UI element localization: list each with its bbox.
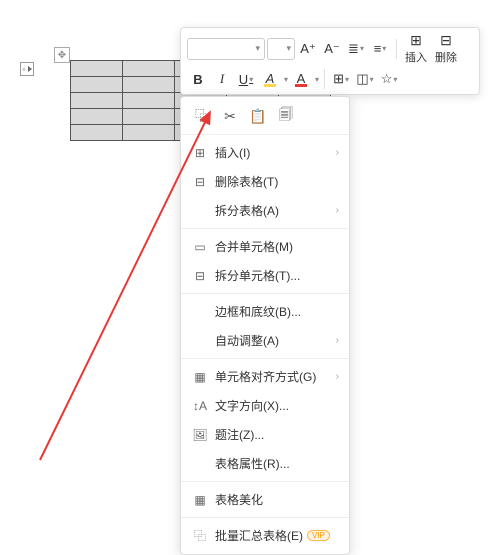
highlight-dropdown[interactable]: ▾ (284, 75, 288, 84)
grid-icon: ⊞ (333, 71, 344, 87)
menu-insert[interactable]: ⊞ 插入(I) › (181, 138, 349, 167)
submenu-arrow-icon: › (336, 335, 339, 346)
list-button[interactable]: ≣▾ (345, 38, 367, 60)
border-button[interactable]: ◫▾ (354, 68, 376, 90)
cut-button[interactable]: ✂ (221, 107, 239, 125)
underline-button[interactable]: U▾ (235, 68, 257, 90)
delete-row-icon: ⊟ (440, 32, 452, 49)
chevron-down-icon: ▾ (255, 43, 260, 54)
font-size-select[interactable]: ▾ (267, 38, 295, 60)
separator (181, 358, 349, 359)
fontcolor-dropdown[interactable]: ▾ (315, 75, 319, 84)
shape-icon: ☆ (381, 71, 393, 87)
copy-icon: ⿻ (195, 106, 209, 126)
insert-row-icon: ⊞ (410, 32, 422, 49)
menu-label: 表格属性(R)... (215, 455, 290, 472)
italic-button[interactable]: I (211, 68, 233, 90)
alignment-icon: ▦ (191, 370, 209, 384)
menu-label: 拆分单元格(T)... (215, 267, 300, 284)
cut-icon: ✂ (224, 108, 236, 125)
table-context-menu: ⿻ ✂ 📋 🗐 ⊞ 插入(I) › ⊟ 删除表格(T) 拆分表格(A) › ▭ … (180, 96, 350, 555)
split-cells-icon: ⊟ (191, 269, 209, 283)
text-direction-icon: ↕A (191, 399, 209, 413)
menu-label: 合并单元格(M) (215, 238, 293, 255)
menu-text-direction[interactable]: ↕A 文字方向(X)... (181, 391, 349, 420)
delete-label: 删除 (435, 49, 457, 65)
menu-split-table[interactable]: 拆分表格(A) › (181, 196, 349, 225)
menu-auto-fit[interactable]: 自动调整(A) › (181, 326, 349, 355)
blank-icon (191, 334, 209, 348)
font-increase-button[interactable]: A⁺ (297, 38, 319, 60)
separator (181, 134, 349, 135)
menu-label: 自动调整(A) (215, 332, 279, 349)
menu-table-properties[interactable]: 表格属性(R)... (181, 449, 349, 478)
paste-special-button[interactable]: 🗐 (277, 107, 295, 125)
delete-button[interactable]: ⊟ 删除 (432, 32, 460, 65)
submenu-arrow-icon: › (336, 147, 339, 158)
menu-label: 插入(I) (215, 144, 250, 161)
paste-button[interactable]: 📋 (249, 107, 267, 125)
menu-split-cells[interactable]: ⊟ 拆分单元格(T)... (181, 261, 349, 290)
mini-toolbar: ▾ ▾ A⁺ A⁻ ≣▾ ≡▾ ⊞ 插入 ⊟ 删除 B I U▾ A (180, 27, 480, 95)
align-icon: ≡ (374, 41, 382, 56)
menu-merge-cells[interactable]: ▭ 合并单元格(M) (181, 232, 349, 261)
separator (396, 39, 397, 59)
ruler-box-icon: ▫ (22, 64, 25, 74)
merge-cells-icon: ▭ (191, 240, 209, 254)
menu-caption[interactable]: 🖼 题注(Z)... (181, 420, 349, 449)
list-icon: ≣ (348, 41, 359, 57)
chevron-down-icon: ▾ (286, 43, 291, 54)
highlight-button[interactable]: A (259, 68, 281, 90)
blank-icon (191, 305, 209, 319)
left-ruler-control[interactable]: ▫ (20, 62, 34, 76)
move-icon: ✥ (58, 50, 66, 61)
paste-icon: 📋 (249, 108, 266, 125)
menu-label: 拆分表格(A) (215, 202, 279, 219)
vip-badge: VIP (307, 530, 330, 541)
caption-icon: 🖼 (191, 428, 209, 442)
separator (181, 517, 349, 518)
menu-cell-alignment[interactable]: ▦ 单元格对齐方式(G) › (181, 362, 349, 391)
separator (324, 69, 325, 89)
shape-button[interactable]: ☆▾ (378, 68, 400, 90)
submenu-arrow-icon: › (336, 371, 339, 382)
fontcolor-button[interactable]: A (290, 68, 312, 90)
table-move-handle[interactable]: ✥ (54, 47, 70, 63)
menu-label: 删除表格(T) (215, 173, 278, 190)
copy-button[interactable]: ⿻ (193, 107, 211, 125)
batch-summary-icon: ⿻ (191, 529, 209, 543)
insert-cells-button[interactable]: ⊞▾ (330, 68, 352, 90)
insert-label: 插入 (405, 49, 427, 65)
menu-label: 题注(Z)... (215, 426, 264, 443)
submenu-arrow-icon: › (336, 205, 339, 216)
menu-batch-summary[interactable]: ⿻ 批量汇总表格(E) VIP (181, 521, 349, 550)
beautify-icon: ▦ (191, 493, 209, 507)
separator (181, 481, 349, 482)
blank-icon (191, 204, 209, 218)
menu-label: 表格美化 (215, 491, 263, 508)
delete-table-icon: ⊟ (191, 175, 209, 189)
font-family-select[interactable]: ▾ (187, 38, 265, 60)
insert-icon: ⊞ (191, 146, 209, 160)
highlight-color-swatch (264, 84, 276, 87)
menu-table-beautify[interactable]: ▦ 表格美化 (181, 485, 349, 514)
border-icon: ◫ (356, 71, 368, 87)
menu-label: 文字方向(X)... (215, 397, 289, 414)
separator (181, 228, 349, 229)
menu-borders-shading[interactable]: 边框和底纹(B)... (181, 297, 349, 326)
menu-label: 边框和底纹(B)... (215, 303, 301, 320)
align-button[interactable]: ≡▾ (369, 38, 391, 60)
blank-icon (191, 457, 209, 471)
separator (181, 293, 349, 294)
menu-label: 批量汇总表格(E) (215, 527, 303, 544)
paste-special-icon: 🗐 (279, 104, 293, 128)
ruler-arrow-icon (28, 66, 32, 72)
font-decrease-button[interactable]: A⁻ (321, 38, 343, 60)
menu-delete-table[interactable]: ⊟ 删除表格(T) (181, 167, 349, 196)
fontcolor-color-swatch (295, 84, 307, 87)
menu-label: 单元格对齐方式(G) (215, 368, 316, 385)
bold-button[interactable]: B (187, 68, 209, 90)
insert-button[interactable]: ⊞ 插入 (402, 32, 430, 65)
